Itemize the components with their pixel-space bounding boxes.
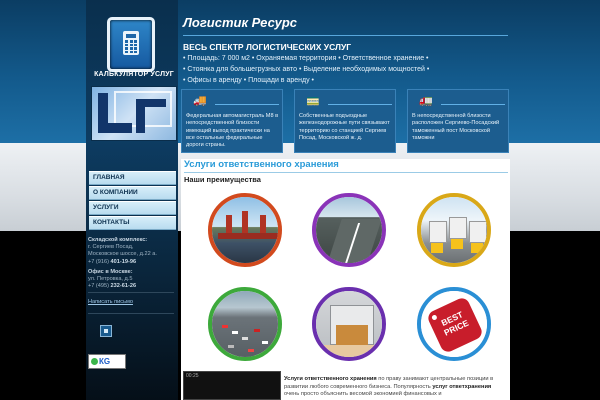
nav-item-contacts[interactable]: Контакты <box>89 216 176 230</box>
nav-item-services[interactable]: Услуги <box>89 201 176 215</box>
video-timestamp: 00:25 <box>186 373 199 379</box>
write-letter-link[interactable]: Написать письмо <box>88 299 133 305</box>
office-phone: +7 (495) 232-61-26 <box>88 283 137 290</box>
customs-icon: 🚛 <box>419 95 433 107</box>
calculator-icon <box>123 31 139 55</box>
divider <box>88 292 174 293</box>
intro-paragraph: Услуги ответственного хранения по праву … <box>284 376 494 397</box>
bullet-capacity: • Выделение необходимых мощностей • <box>298 66 430 73</box>
divider <box>88 313 174 314</box>
nav-item-about[interactable]: О компании <box>89 186 176 200</box>
warehouse-phone: +7 (916) 401-19-96 <box>88 258 137 265</box>
bullet-guarded: • Охраняемая территория <box>251 55 337 62</box>
calculator-label[interactable]: КАЛЬКУЛЯТОР УСЛУГ <box>91 71 177 78</box>
nav-item-home[interactable]: Главная <box>89 171 176 185</box>
bullet-area: • Площадь: 7 000 м2 <box>183 55 250 62</box>
service-text: Собственные подъездные железнодорожные п… <box>299 113 390 141</box>
highway-photo[interactable] <box>312 193 386 267</box>
company-logo[interactable] <box>91 86 177 141</box>
office-address: ул. Петровка, д.5 <box>88 276 133 283</box>
service-box-highway: 🚚 Федеральная автомагистраль М8 в непоср… <box>181 89 283 153</box>
service-box-railway: 🚃 Собственные подъездные железнодорожные… <box>294 89 396 153</box>
trucks-photo[interactable] <box>417 193 491 267</box>
feature-bullets: • Площадь: 7 000 м2 • Охраняемая террито… <box>183 53 513 86</box>
counter-badge[interactable] <box>100 325 112 337</box>
main-content: Услуги ответственного хранения Наши преи… <box>181 159 510 400</box>
page-title: Услуги ответственного хранения <box>184 159 508 173</box>
best-price-label: BEST PRICE <box>425 295 485 355</box>
headline: ВЕСЬ СПЕКТР ЛОГИСТИЧЕСКИХ УСЛУГ <box>183 42 352 52</box>
calculator-button[interactable] <box>107 17 155 72</box>
traffic-photo[interactable] <box>208 287 282 361</box>
warehouse-heading: Складской комплекс: <box>88 237 148 243</box>
contact-block: Складской комплекс: г. Сергиев Посад, Мо… <box>88 237 176 290</box>
bullet-rent: • Площади в аренду • <box>243 77 314 84</box>
site-title: Логистик Ресурс <box>183 15 298 30</box>
service-box-customs: 🚛 В непосредственной близости расположен… <box>407 89 509 153</box>
warehouse-address-line1: г. Сергиев Посад, <box>88 244 134 251</box>
service-text: В непосредственной близости расположен С… <box>412 113 500 141</box>
service-text: Федеральная автомагистраль М8 в непосред… <box>186 113 279 149</box>
railcar-icon: 🚃 <box>306 95 320 107</box>
video-player[interactable]: 00:25 <box>183 371 281 400</box>
calculator-frame <box>107 17 155 72</box>
warehouse-gate-photo[interactable] <box>312 287 386 361</box>
bullet-parking: • Стоянка для большегрузных авто <box>183 66 297 73</box>
warehouse-address-line2: Московское шоссе, д.22 а. <box>88 251 157 258</box>
bullet-storage: • Ответственное хранение • <box>338 55 429 62</box>
kremlin-photo[interactable] <box>208 193 282 267</box>
title-divider <box>183 35 508 36</box>
section-subtitle: Наши преимущества <box>184 175 261 184</box>
counter-badge-kg[interactable]: КG <box>88 354 126 369</box>
counter-logo-icon <box>91 358 98 365</box>
best-price-tag[interactable]: BEST PRICE <box>417 287 491 361</box>
main-nav: Главная О компании Услуги Контакты <box>89 171 176 231</box>
bullet-offices: • Офисы в аренду <box>183 77 242 84</box>
office-heading: Офис в Москве: <box>88 268 133 275</box>
truck-icon: 🚚 <box>193 95 207 107</box>
